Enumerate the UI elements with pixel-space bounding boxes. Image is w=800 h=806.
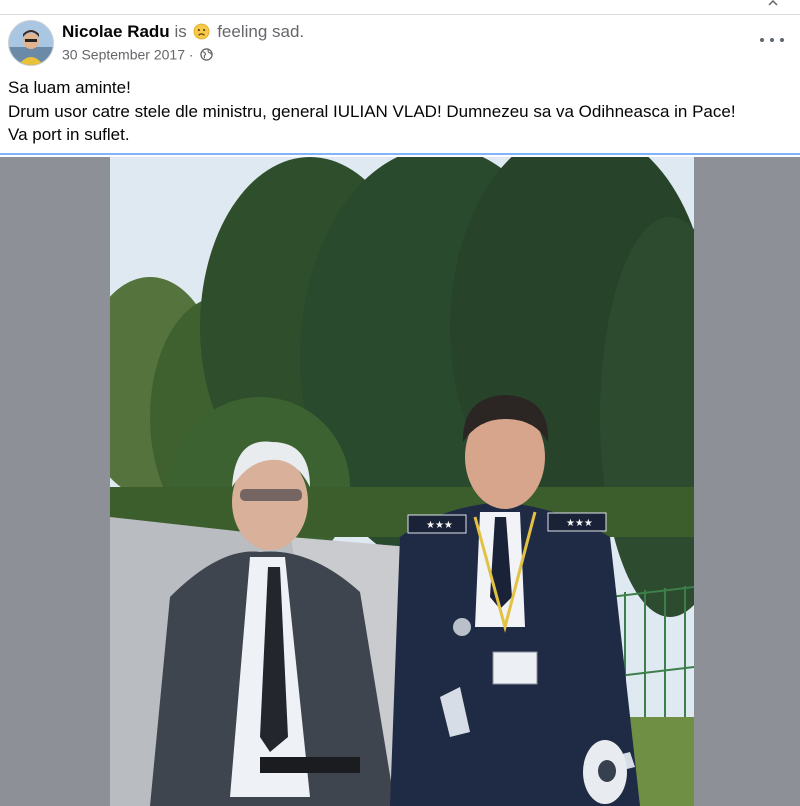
post-photo[interactable]: ★★★ ★★★ <box>110 157 694 806</box>
date-separator: · <box>188 46 194 63</box>
more-options-icon[interactable] <box>760 30 784 50</box>
author-avatar[interactable] <box>8 20 54 66</box>
feeling-text: feeling sad. <box>217 22 305 41</box>
sad-face-icon <box>194 23 210 40</box>
author-name[interactable]: Nicolae Radu <box>62 22 170 41</box>
post-text-line: Sa luam aminte! <box>8 78 131 97</box>
post-body: Sa luam aminte! Drum usor catre stele dl… <box>8 76 792 147</box>
epaulette-stars-right: ★★★ <box>566 518 593 529</box>
content-divider <box>0 153 800 155</box>
scroll-up-icon[interactable] <box>768 0 778 6</box>
post-date-line: 30 September 2017 · <box>62 45 304 62</box>
post-text-line: Drum usor catre stele dle ministru, gene… <box>8 101 736 121</box>
top-separator <box>0 14 800 15</box>
is-word: is <box>174 22 187 41</box>
post-text-line: Va port in suflet. <box>8 125 130 144</box>
post-date[interactable]: 30 September 2017 <box>62 46 185 62</box>
author-line: Nicolae Radu is feeling sad. <box>62 21 304 43</box>
photo-container[interactable]: ★★★ ★★★ <box>0 157 800 806</box>
globe-icon[interactable] <box>200 48 214 61</box>
post-header: Nicolae Radu is feeling sad. 30 Septembe… <box>8 18 792 68</box>
epaulette-stars-left: ★★★ <box>426 520 453 531</box>
post-meta: Nicolae Radu is feeling sad. 30 Septembe… <box>62 21 304 62</box>
